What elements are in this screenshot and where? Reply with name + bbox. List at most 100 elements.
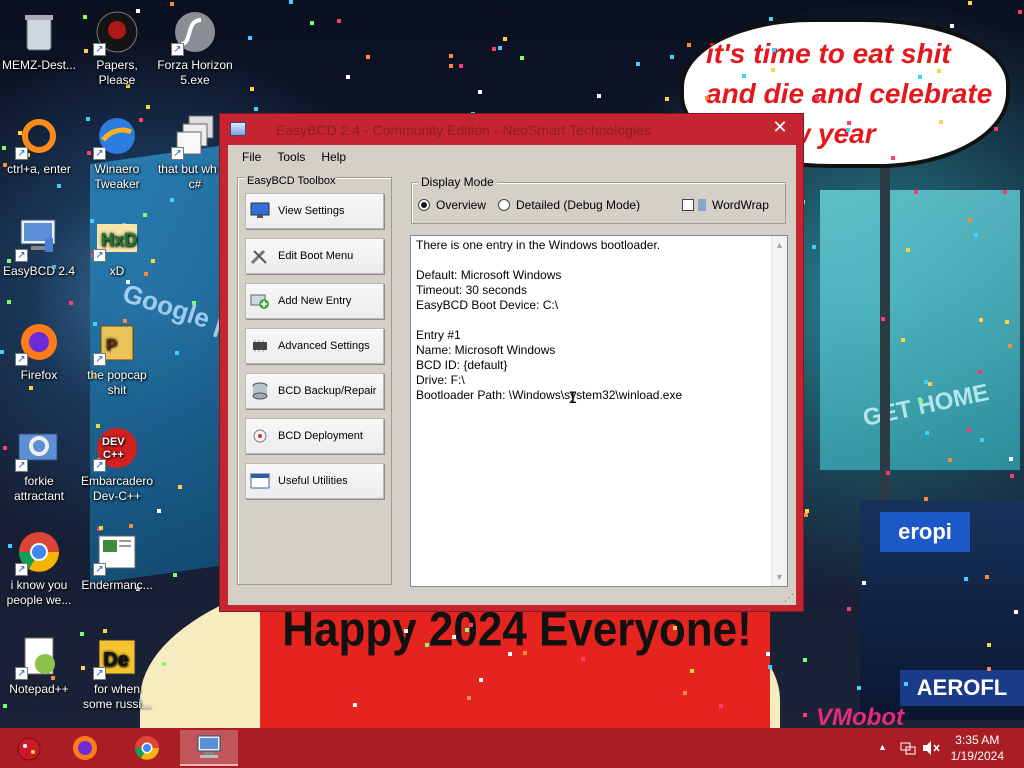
status-bar: ⋰ [228, 589, 796, 605]
utilities-window-icon [250, 473, 270, 489]
volume-muted-icon[interactable] [922, 740, 940, 756]
desktop-icon-label: MEMZ-Dest... [2, 58, 76, 72]
desktop-icon[interactable]: ↗ i know you people we... [0, 528, 78, 608]
shortcut-arrow-icon: ↗ [93, 459, 106, 472]
desktop-icon-label: Firefox [20, 368, 58, 382]
taskbar: ▲ 3:35 AM 1/19/2024 [0, 728, 1024, 768]
output-scrollbar[interactable]: ▲ ▼ [771, 236, 787, 586]
de-icon: De ↗ [93, 632, 141, 680]
recycle-bin-icon [15, 8, 63, 56]
confetti-piece [968, 218, 972, 222]
confetti-piece [928, 382, 932, 386]
shortcut-arrow-icon: ↗ [171, 147, 184, 160]
desktop-icon[interactable]: ↗ Notepad++ [0, 632, 78, 697]
taskbar-clock[interactable]: 3:35 AM 1/19/2024 [951, 732, 1004, 764]
taskbar-firefox[interactable] [56, 730, 114, 766]
confetti-piece [492, 47, 496, 51]
confetti-piece [937, 69, 941, 73]
scroll-down-arrow-icon[interactable]: ▼ [775, 572, 784, 582]
menu-help[interactable]: Help [313, 150, 354, 164]
start-button[interactable] [0, 730, 58, 766]
bcd-deployment-label: BCD Deployment [278, 430, 363, 442]
desktop-icon[interactable]: ↗ EasyBCD 2.4 [0, 214, 78, 279]
confetti-piece [742, 74, 746, 78]
confetti-piece [934, 84, 938, 88]
confetti-piece [250, 87, 254, 91]
bcd-backup-repair-button[interactable]: BCD Backup/Repair [245, 373, 384, 409]
taskbar-chrome[interactable] [118, 730, 176, 766]
menu-file[interactable]: File [234, 150, 269, 164]
advanced-settings-button[interactable]: Advanced Settings [245, 328, 384, 364]
detailed-radio[interactable]: Detailed (Debug Mode) [498, 198, 640, 212]
bootloader-output-textbox[interactable]: There is one entry in the Windows bootlo… [410, 235, 788, 587]
desktop-icon[interactable]: De ↗ for when some russi... [78, 632, 156, 712]
wordwrap-checkbox[interactable]: WordWrap [682, 198, 769, 212]
output-line: There is one entry in the Windows bootlo… [416, 238, 661, 252]
confetti-piece [803, 713, 807, 717]
desktop-icon[interactable]: ↗ Endermanc... [78, 528, 156, 593]
confetti-piece [991, 59, 995, 63]
desktop-icon[interactable]: HxD ↗ xD [78, 214, 156, 279]
desktop-icon[interactable]: ↗ Winaero Tweaker [78, 112, 156, 192]
confetti-piece [847, 607, 851, 611]
desktop-icon-label: i know you people we... [6, 578, 72, 607]
bcd-deployment-button[interactable]: BCD Deployment [245, 418, 384, 454]
window-titlebar[interactable]: EasyBCD 2.4 - Community Edition - NeoSma… [220, 114, 803, 144]
desktop-icon[interactable]: MEMZ-Dest... [0, 8, 78, 73]
network-icon[interactable] [900, 740, 916, 756]
confetti-piece [69, 301, 73, 305]
confetti-piece [980, 438, 984, 442]
stacked-windows-icon: ↗ [171, 112, 219, 160]
confetti-piece [3, 704, 7, 708]
confetti-piece [987, 667, 991, 671]
confetti-piece [705, 96, 709, 100]
confetti-piece [425, 643, 429, 647]
resize-grip-icon[interactable]: ⋰ [784, 593, 794, 604]
desktop-icon[interactable]: P ↗ the popcap shit [78, 318, 156, 398]
text-cursor-icon: I [568, 388, 578, 407]
confetti-piece [967, 428, 971, 432]
add-new-entry-button[interactable]: Add New Entry [245, 283, 384, 319]
confetti-piece [254, 107, 258, 111]
window-title: EasyBCD 2.4 - Community Edition - NeoSma… [276, 122, 651, 138]
taskbar-easybcd[interactable] [180, 730, 238, 766]
overview-radio[interactable]: Overview [418, 198, 486, 212]
desktop-icon[interactable]: ↗ forkie attractant [0, 424, 78, 504]
shortcut-arrow-icon: ↗ [15, 459, 28, 472]
ornament-start-icon [17, 737, 41, 761]
confetti-piece [881, 317, 885, 321]
view-settings-button[interactable]: View Settings [245, 193, 384, 229]
useful-utilities-button[interactable]: Useful Utilities [245, 463, 384, 499]
confetti-piece [771, 68, 775, 72]
scroll-up-arrow-icon[interactable]: ▲ [775, 240, 784, 250]
svg-text:C++: C++ [103, 449, 124, 461]
confetti-piece [449, 64, 453, 68]
confetti-piece [353, 703, 357, 707]
confetti-piece [670, 55, 674, 59]
desktop-icon[interactable]: ↗ ctrl+a, enter [0, 112, 78, 177]
desktop-icon[interactable]: ↗ Papers, Please [78, 8, 156, 88]
menu-tools[interactable]: Tools [269, 150, 313, 164]
detailed-radio-dot [498, 199, 510, 211]
tray-caret-icon[interactable]: ▲ [878, 742, 887, 752]
output-line: Timeout: 30 seconds [416, 283, 527, 297]
settings-computer-icon: ↗ [15, 424, 63, 472]
desktop-icon[interactable]: ↗ Firefox [0, 318, 78, 383]
edit-boot-menu-button[interactable]: Edit Boot Menu [245, 238, 384, 274]
desktop-icon[interactable]: ↗ Forza Horizon 5.exe [156, 8, 234, 88]
confetti-piece [804, 513, 808, 517]
svg-text:DEV: DEV [102, 436, 125, 448]
output-line: Drive: F:\ [416, 373, 465, 387]
close-button[interactable]: ✕ [757, 114, 803, 140]
confetti-piece [520, 56, 524, 60]
desktop-icon[interactable]: DEV C++ ↗ Embarcadero Dev-C++ [78, 424, 156, 504]
confetti-piece [178, 485, 182, 489]
desktop-icon-label: EasyBCD 2.4 [2, 264, 76, 278]
confetti-piece [173, 573, 177, 577]
confetti-piece [157, 509, 161, 513]
shortcut-arrow-icon: ↗ [15, 563, 28, 576]
desktop-icon-label: ctrl+a, enter [7, 162, 71, 176]
confetti-piece [925, 431, 929, 435]
